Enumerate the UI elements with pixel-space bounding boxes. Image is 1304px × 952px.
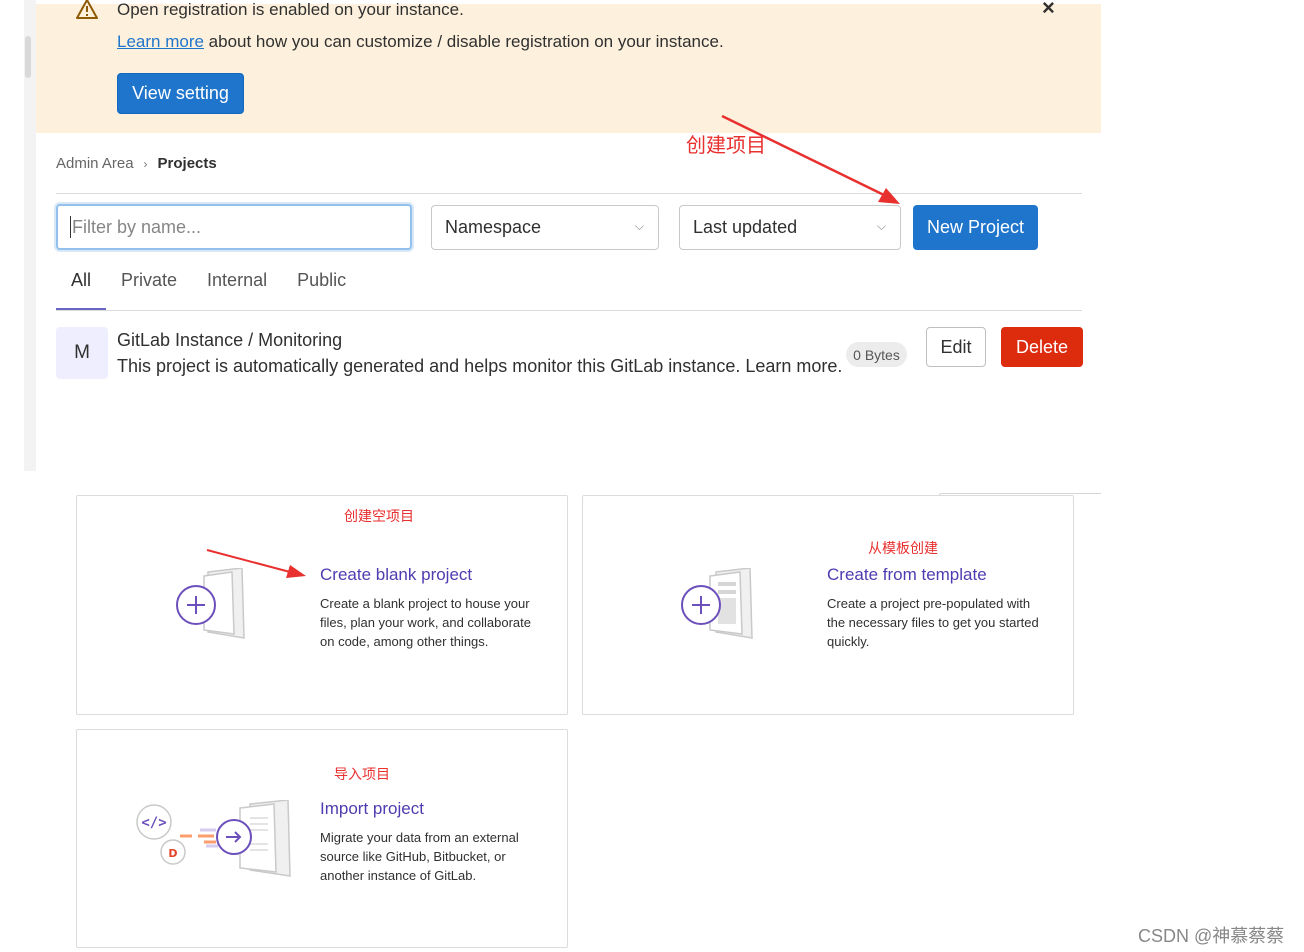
create-from-template-card[interactable]: Create from template Create a project pr… [582,495,1074,715]
card-description-line: the necessary files to get you started [827,615,1039,630]
filter-placeholder: Filter by name... [72,216,202,237]
project-avatar[interactable]: M [56,327,108,379]
registration-alert: Open registration is enabled on your ins… [36,0,1101,133]
annotation-import: 导入项目 [334,766,390,782]
new-project-button[interactable]: New Project [913,205,1038,250]
alert-description-text: about how you can customize / disable re… [203,32,724,51]
sort-label: Last updated [693,217,798,237]
card-description-line: Migrate your data from an external [320,830,519,845]
breadcrumb-admin-area[interactable]: Admin Area [56,155,134,172]
import-project-icon: </> D [136,800,291,877]
alert-description: Learn more about how you can customize /… [117,32,724,52]
card-description-line: Create a blank project to house your [320,596,530,611]
card-title[interactable]: Create blank project [320,565,472,585]
chevron-down-icon: ⌵ [634,219,644,233]
card-description: Create a blank project to house your fil… [320,594,531,651]
tab-all[interactable]: All [56,262,107,311]
card-description-line: another instance of GitLab. [320,868,477,883]
watermark: CSDN @神慕蔡蔡 [1138,926,1285,946]
divider [56,193,1082,194]
tab-private[interactable]: Private [106,262,192,310]
learn-more-link[interactable]: Learn more [117,32,204,51]
view-setting-button[interactable]: View setting [117,73,244,114]
card-description-line: quickly. [827,634,870,649]
tab-public[interactable]: Public [282,262,361,310]
namespace-dropdown[interactable]: Namespace ⌵ [431,205,659,250]
edit-button[interactable]: Edit [926,327,986,367]
delete-button[interactable]: Delete [1001,327,1083,367]
sidebar-scrollbar[interactable] [24,0,36,471]
svg-text:</>: </> [141,815,166,831]
sort-dropdown[interactable]: Last updated ⌵ [679,205,901,250]
annotation-from-template: 从模板创建 [868,540,938,556]
scrollbar-thumb[interactable] [25,36,31,78]
card-description-line: on code, among other things. [320,634,489,649]
close-icon[interactable]: × [1042,0,1055,21]
alert-title: Open registration is enabled on your ins… [117,0,464,19]
card-description-line: source like GitHub, Bitbucket, or [320,849,506,864]
breadcrumb-projects[interactable]: Projects [158,155,217,172]
project-description: This project is automatically generated … [117,356,843,376]
blank-project-icon [176,568,245,639]
breadcrumb: Admin Area › Projects [56,155,217,172]
card-description: Migrate your data from an external sourc… [320,828,519,885]
template-project-icon [681,568,753,639]
svg-text:D: D [168,847,177,860]
warning-icon [76,0,98,19]
chevron-down-icon: ⌵ [876,219,886,233]
card-description-line: Create a project pre-populated with [827,596,1031,611]
import-project-card[interactable]: </> D Import project Migrate your data f… [76,729,568,948]
chevron-right-icon: › [143,156,148,171]
create-blank-project-card[interactable]: Create blank project Create a blank proj… [76,495,568,715]
namespace-label: Namespace [445,217,542,237]
tab-internal[interactable]: Internal [192,262,282,310]
annotation-create-blank: 创建空项目 [344,508,414,524]
storage-size-badge: 0 Bytes [846,342,907,367]
tabs-divider [56,310,1082,311]
text-cursor [70,216,71,238]
annotation-create-project: 创建项目 [686,135,766,157]
card-title[interactable]: Import project [320,799,424,819]
visibility-tabs: All Private Internal Public [56,262,361,311]
admin-projects-screen: Open registration is enabled on your ins… [24,0,1101,471]
filter-by-name-input[interactable]: Filter by name... [56,204,412,250]
project-name[interactable]: GitLab Instance / Monitoring [117,330,342,351]
card-description: Create a project pre-populated with the … [827,594,1039,651]
page: Open registration is enabled on your ins… [0,0,1304,952]
card-title[interactable]: Create from template [827,565,987,585]
card-description-line: files, plan your work, and collaborate [320,615,532,630]
